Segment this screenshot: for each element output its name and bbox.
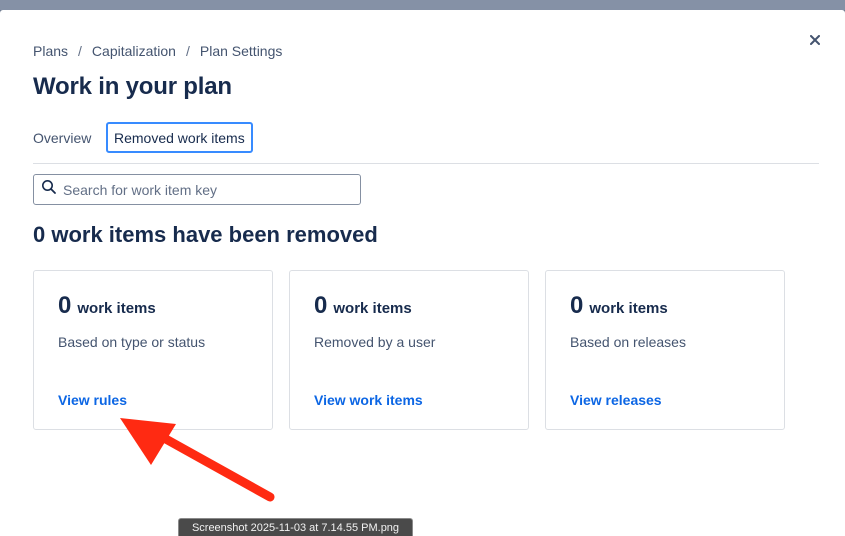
- breadcrumb-separator: /: [185, 43, 190, 59]
- tab-list: Overview Removed work items: [33, 122, 819, 164]
- search-icon: [41, 179, 57, 200]
- breadcrumb: Plans / Capitalization / Plan Settings: [33, 42, 282, 60]
- tab-removed-work-items[interactable]: Removed work items: [106, 122, 253, 153]
- breadcrumb-separator: /: [78, 43, 82, 59]
- search-field[interactable]: [33, 174, 361, 205]
- count-row: 0 work items: [58, 292, 156, 320]
- tab-overview[interactable]: Overview: [33, 122, 91, 153]
- card-type-status: 0 work items Based on type or status Vie…: [33, 270, 273, 430]
- breadcrumb-capitalization[interactable]: Capitalization: [92, 43, 176, 59]
- card-description: Removed by a user: [314, 334, 436, 350]
- count-row: 0 work items: [570, 292, 668, 320]
- screenshot-filename-label: Screenshot 2025-11-03 at 7.14.55 PM.png: [178, 518, 413, 536]
- search-input[interactable]: [63, 181, 343, 198]
- work-item-unit: work items: [333, 300, 412, 317]
- view-releases-link[interactable]: View releases: [570, 392, 662, 408]
- card-removed-by-user: 0 work items Removed by a user View work…: [289, 270, 529, 430]
- work-item-count: 0: [570, 292, 584, 319]
- work-item-count: 0: [314, 292, 328, 319]
- card-description: Based on releases: [570, 334, 686, 350]
- view-work-items-link[interactable]: View work items: [314, 392, 423, 408]
- card-releases: 0 work items Based on releases View rele…: [545, 270, 785, 430]
- breadcrumb-plans[interactable]: Plans: [33, 43, 68, 59]
- view-rules-link[interactable]: View rules: [58, 392, 127, 408]
- backdrop-top-bar: [0, 0, 845, 10]
- count-row: 0 work items: [314, 292, 412, 320]
- breadcrumb-plan-settings[interactable]: Plan Settings: [200, 43, 283, 59]
- work-item-unit: work items: [589, 300, 668, 317]
- close-icon[interactable]: [806, 31, 824, 49]
- work-item-unit: work items: [77, 300, 156, 317]
- page-title: Work in your plan: [33, 73, 232, 100]
- card-description: Based on type or status: [58, 334, 206, 350]
- removed-summary-heading: 0 work items have been removed: [33, 222, 378, 247]
- work-item-count: 0: [58, 292, 72, 319]
